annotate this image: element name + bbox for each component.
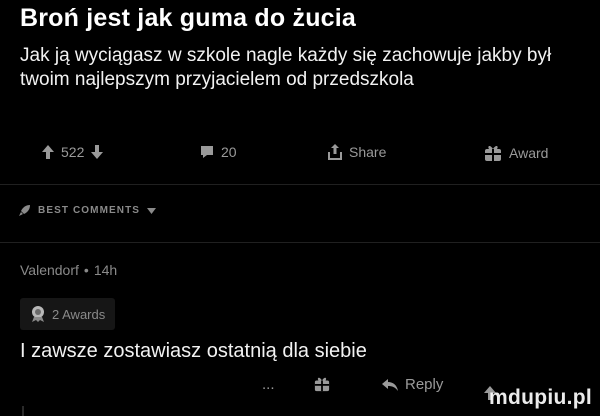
award-medal-icon xyxy=(30,305,46,323)
vote-score: 522 xyxy=(61,144,85,160)
award-button[interactable]: Award xyxy=(484,144,548,162)
share-icon xyxy=(328,144,342,160)
gift-box-icon xyxy=(484,144,502,162)
watermark-logo: mdupiu.pl xyxy=(488,386,592,409)
share-label: Share xyxy=(349,144,387,160)
post-title: Broń jest jak guma do żucia xyxy=(20,4,357,32)
share-button[interactable]: Share xyxy=(328,144,386,160)
comments-button[interactable]: 20 xyxy=(200,144,237,160)
rocket-icon xyxy=(18,204,31,217)
divider xyxy=(0,242,600,243)
comment-sort-dropdown[interactable]: BEST COMMENTS xyxy=(18,204,157,217)
more-options-button[interactable]: ... xyxy=(262,376,275,393)
comment-author[interactable]: Valendorf xyxy=(20,262,79,278)
comment-count: 20 xyxy=(221,144,237,160)
divider xyxy=(0,184,600,185)
vote-group: 522 xyxy=(42,144,104,160)
comment-bubble-icon xyxy=(200,145,214,159)
meta-separator: • xyxy=(83,262,89,278)
awards-badge[interactable]: 2 Awards xyxy=(20,298,116,330)
reply-label: Reply xyxy=(405,376,444,393)
sort-label: BEST COMMENTS xyxy=(38,205,141,216)
award-label: Award xyxy=(509,145,549,161)
awards-count: 2 Awards xyxy=(52,306,106,322)
thread-line xyxy=(22,406,24,416)
reply-arrow-icon xyxy=(382,378,398,391)
comment-text: I zawsze zostawiasz ostatnią dla siebie xyxy=(20,340,367,362)
gift-box-icon xyxy=(314,376,330,392)
comment-meta: Valendorf • 14h xyxy=(20,262,117,278)
downvote-arrow-icon[interactable] xyxy=(91,145,104,159)
post-action-bar: 522 20 Share Award xyxy=(0,140,600,168)
reply-button[interactable]: Reply xyxy=(382,376,443,393)
more-options-label: ... xyxy=(262,376,275,393)
upvote-arrow-icon[interactable] xyxy=(42,145,54,159)
chevron-down-icon xyxy=(147,207,157,214)
comment-age: 14h xyxy=(93,262,118,278)
post-body: Jak ją wyciągasz w szkole nagle każdy si… xyxy=(20,45,552,90)
award-comment-button[interactable] xyxy=(314,376,330,392)
